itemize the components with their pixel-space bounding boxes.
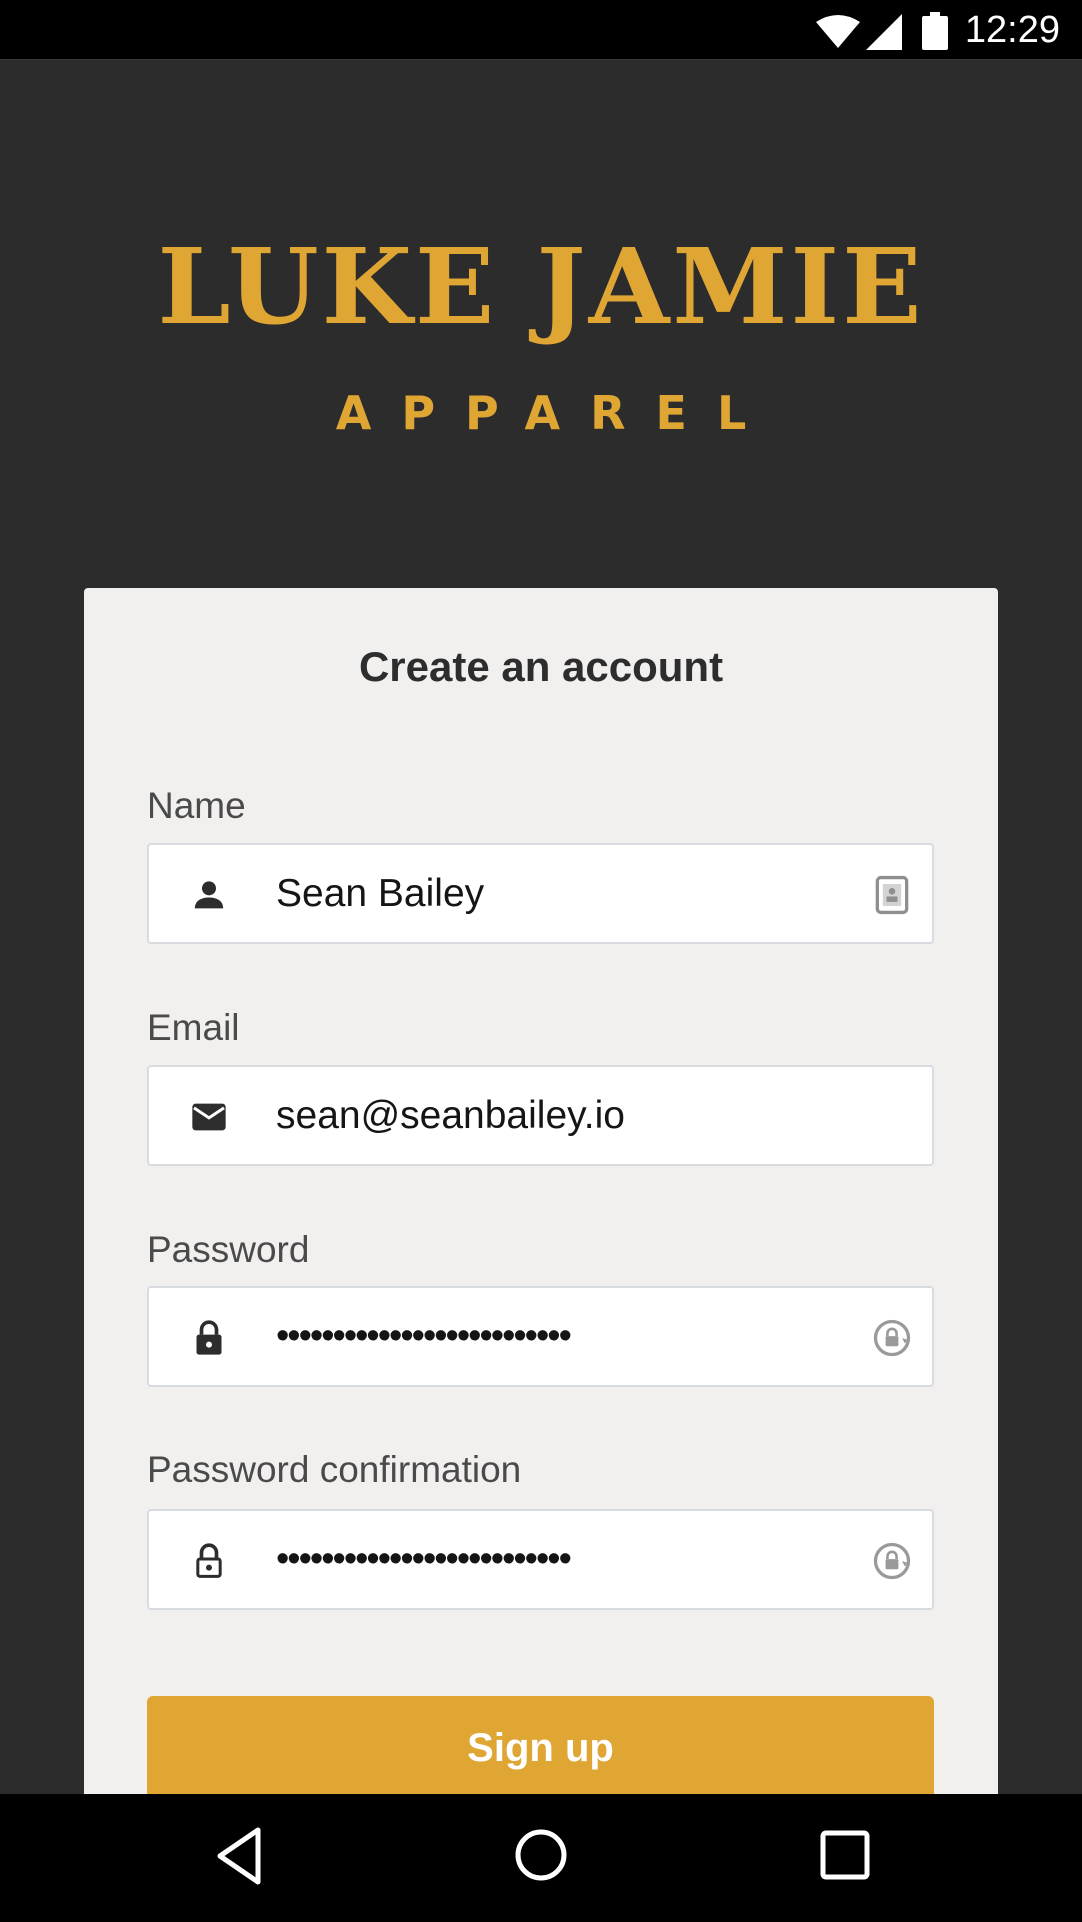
wifi-icon [816, 15, 860, 48]
lock-outline-icon [196, 1543, 222, 1578]
contact-card-icon[interactable] [870, 873, 914, 917]
name-field[interactable]: Sean Bailey [147, 843, 934, 944]
envelope-icon [192, 1103, 226, 1131]
password-field[interactable]: •••••••••••••••••••••••••• [147, 1286, 934, 1387]
password-value: •••••••••••••••••••••••••• [276, 1315, 572, 1357]
cellular-signal-icon [866, 14, 902, 50]
home-icon[interactable] [510, 1824, 572, 1886]
person-icon [194, 881, 224, 909]
status-clock: 12:29 [964, 9, 1060, 51]
status-bar: 12:29 [0, 0, 1082, 60]
password-confirmation-field[interactable]: •••••••••••••••••••••••••• [147, 1509, 934, 1610]
password-label: Password [147, 1229, 310, 1270]
battery-icon [922, 12, 948, 50]
password-manager-icon[interactable] [870, 1316, 914, 1360]
back-icon[interactable] [210, 1824, 270, 1888]
name-value: Sean Bailey [276, 872, 485, 915]
navigation-bar [0, 1794, 1082, 1922]
lock-icon [196, 1320, 222, 1355]
email-value: sean@seanbailey.io [276, 1094, 625, 1137]
signup-card: Create an account Name Sean Bailey Email… [84, 588, 998, 1888]
password-confirmation-label: Password confirmation [147, 1449, 522, 1490]
name-label: Name [147, 785, 246, 826]
password-confirmation-value: •••••••••••••••••••••••••• [276, 1538, 572, 1580]
form-title: Create an account [358, 643, 724, 690]
email-field[interactable]: sean@seanbailey.io [147, 1065, 934, 1166]
password-manager-icon[interactable] [870, 1539, 914, 1583]
brand-logo-subtitle: APPAREL [335, 386, 777, 440]
brand-logo-name: LUKE JAMIE [157, 225, 925, 348]
email-label: Email [147, 1007, 240, 1048]
sign-up-button[interactable]: Sign up [147, 1696, 934, 1806]
recents-icon[interactable] [816, 1826, 874, 1884]
